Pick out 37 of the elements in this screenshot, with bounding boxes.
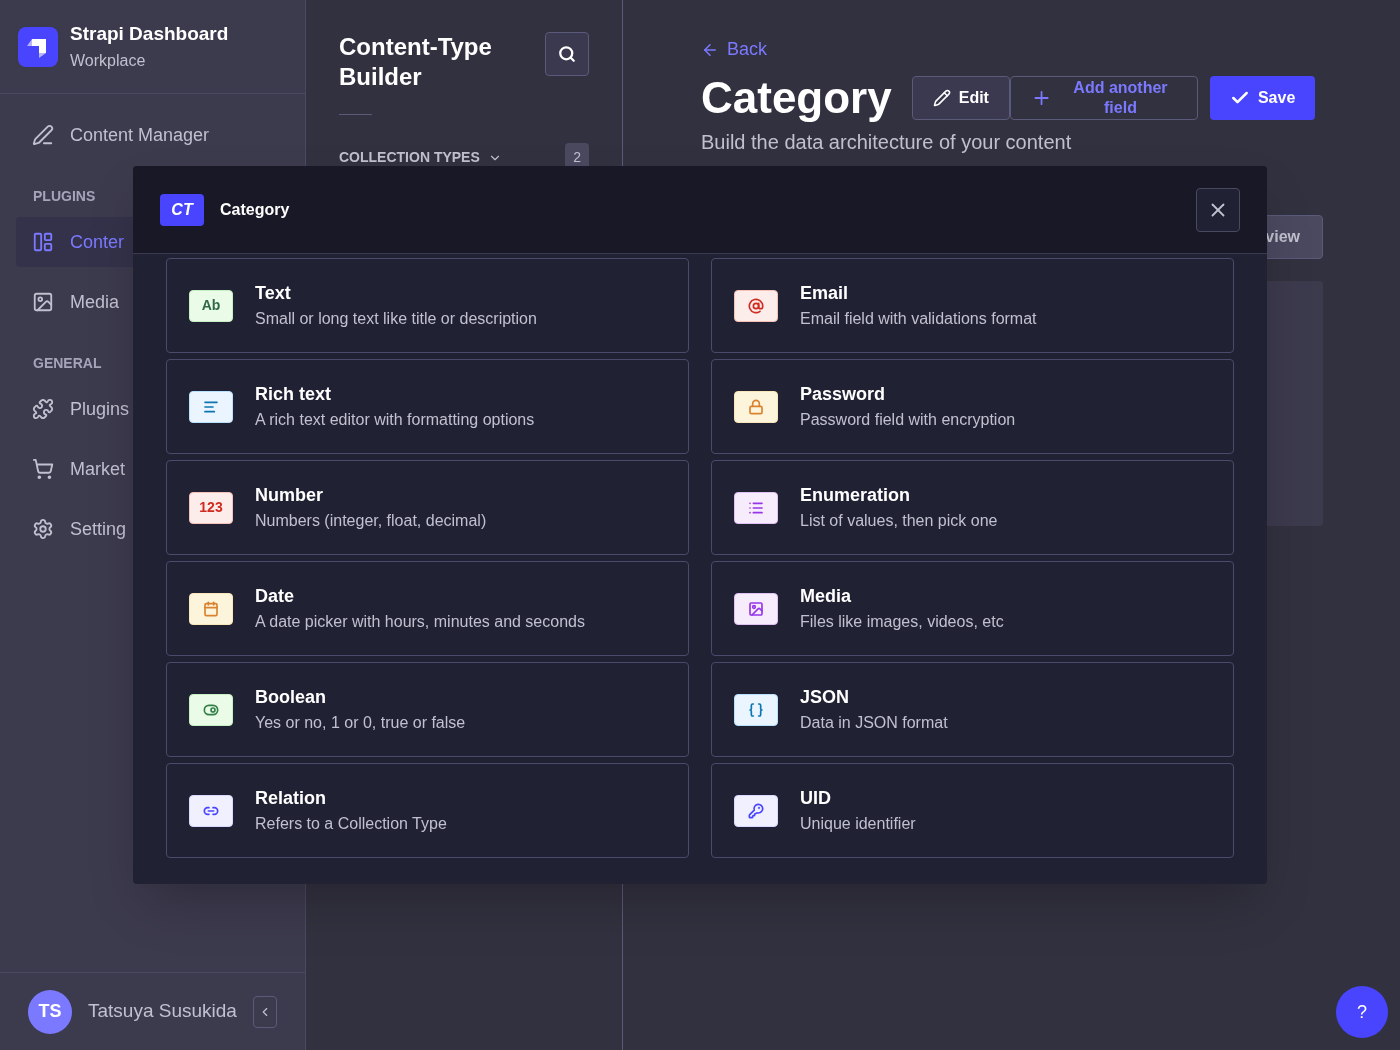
field-type-description: A rich text editor with formatting options [255, 410, 535, 430]
user-name: Tatsuya Susukida [88, 999, 237, 1024]
section-heading: COLLECTION TYPES [339, 148, 480, 167]
type-badge: CT [160, 193, 204, 226]
page-title: Category [701, 73, 892, 123]
brand-subtitle: Workplace [70, 50, 147, 71]
field-type-name: Password [800, 383, 887, 406]
field-type-name: Media [800, 585, 852, 608]
number-type-icon: 123 [189, 491, 233, 524]
page-subtitle: Build the data architecture of your content [701, 130, 1073, 155]
modal-title: Category [220, 199, 290, 220]
section-heading: GENERAL [32, 354, 103, 373]
field-type-name: JSON [800, 686, 851, 709]
field-type-name: Enumeration [800, 484, 911, 507]
field-type-name: Number [255, 484, 324, 507]
field-type-name: Rich text [255, 383, 333, 406]
field-type-name: Relation [255, 787, 327, 810]
text-type-icon: Ab [189, 289, 233, 322]
field-type-name: Email [800, 282, 850, 305]
field-type-name: UID [800, 787, 832, 810]
field-type-name: Boolean [255, 686, 327, 709]
field-type-description: Yes or no, 1 or 0, true or false [255, 713, 466, 733]
field-type-description: Unique identifier [800, 814, 916, 834]
field-type-description: Data in JSON format [800, 713, 948, 733]
field-type-description: Files like images, videos, etc [800, 612, 1004, 632]
field-type-description: Password field with encryption [800, 410, 1016, 430]
section-heading: PLUGINS [32, 187, 97, 206]
field-type-description: Numbers (integer, float, decimal) [255, 511, 487, 531]
field-type-description: Email field with validations format [800, 309, 1037, 329]
brand-title: Strapi Dashboard [70, 22, 229, 47]
field-type-description: Small or long text like title or description [255, 309, 537, 329]
field-type-description: List of values, then pick one [800, 511, 998, 531]
field-type-name: Date [255, 585, 295, 608]
panel-title: Content-Type Builder [339, 32, 493, 92]
field-type-description: Refers to a Collection Type [255, 814, 447, 834]
field-type-description: A date picker with hours, minutes and seconds [255, 612, 585, 632]
field-type-name: Text [255, 282, 292, 305]
